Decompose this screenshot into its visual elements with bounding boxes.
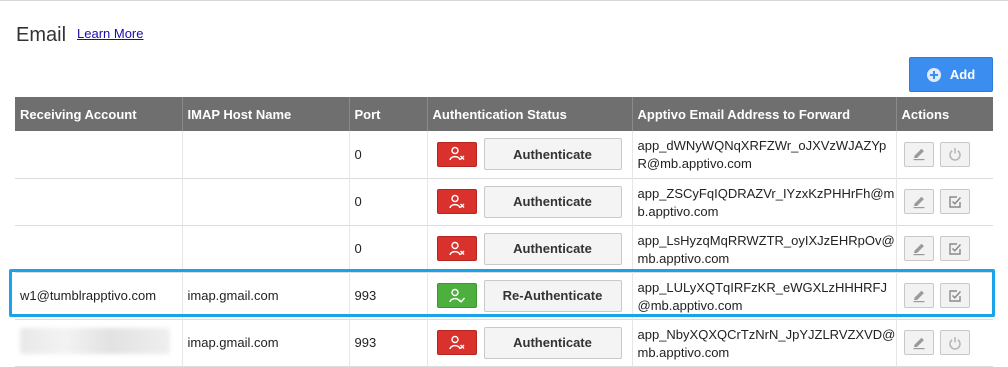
cell-port: 0: [349, 225, 428, 272]
cell-auth-status: Authenticate: [427, 178, 633, 225]
cell-actions: [896, 178, 993, 225]
pencil-icon[interactable]: [903, 141, 934, 167]
cell-imap-host: imap.gmail.com: [182, 272, 350, 319]
cell-forward-address: app_NbyXQXQCrTzNrN_JpYJZLRVZXVD@mb.appti…: [632, 319, 897, 366]
edit-check-icon[interactable]: [939, 189, 970, 214]
learn-more-link[interactable]: Learn More: [77, 26, 143, 41]
col-forward-address[interactable]: Apptivo Email Address to Forward: [632, 97, 897, 131]
cell-port: 0: [349, 178, 428, 225]
cell-receiving-account: [15, 131, 183, 178]
plus-circle-icon: [926, 67, 941, 82]
table-header-row: Receiving Account IMAP Host Name Port Au…: [15, 97, 993, 131]
cell-port: 0: [349, 131, 428, 178]
power-icon[interactable]: [939, 330, 970, 355]
pencil-icon[interactable]: [903, 330, 934, 355]
col-actions: Actions: [901, 106, 950, 122]
top-divider: [0, 0, 1008, 2]
power-icon[interactable]: [939, 141, 970, 167]
cell-imap-host: [182, 225, 350, 272]
user-x-icon: [436, 236, 477, 261]
pencil-icon[interactable]: [903, 189, 934, 214]
edit-check-icon[interactable]: [939, 236, 970, 261]
cell-auth-status: Authenticate: [427, 225, 633, 272]
cell-forward-address: app_LsHyzqMqRRWZTR_oyIXJzEHRpOv@mb.appti…: [632, 225, 897, 272]
cell-auth-status: Re-Authenticate: [427, 272, 633, 319]
cell-port: 993: [349, 272, 428, 319]
email-accounts-table: Receiving Account IMAP Host Name Port Au…: [15, 97, 993, 367]
edit-check-icon[interactable]: [939, 283, 970, 308]
col-port[interactable]: Port: [349, 97, 428, 131]
user-x-icon: [436, 189, 477, 214]
cell-receiving-account: w1@tumblrapptivo.com: [15, 272, 183, 319]
cell-imap-host: [182, 178, 350, 225]
table-row: 0 Authenticate app_dWNyWQNqXRFZWr_oJXVzW…: [15, 131, 993, 178]
cell-actions: [896, 225, 993, 272]
authenticate-button[interactable]: Authenticate: [483, 138, 622, 171]
re-authenticate-button[interactable]: Re-Authenticate: [483, 279, 622, 312]
cell-actions: [896, 131, 993, 178]
cell-imap-host: [182, 131, 350, 178]
col-imap-host[interactable]: IMAP Host Name: [182, 97, 350, 131]
authenticate-button[interactable]: Authenticate: [483, 232, 622, 265]
page-title: Email: [16, 24, 67, 46]
add-button[interactable]: Add: [909, 57, 993, 92]
cell-auth-status: Authenticate: [427, 319, 633, 366]
table-row: imap.gmail.com 993 Authenticate app_NbyX…: [15, 319, 993, 366]
authenticate-button[interactable]: Authenticate: [483, 185, 622, 218]
cell-forward-address: app_dWNyWQNqXRFZWr_oJXVzWJAZYpR@mb.appti…: [632, 131, 897, 178]
cell-actions: [896, 272, 993, 319]
cell-auth-status: Authenticate: [427, 131, 633, 178]
redacted-account: [20, 328, 170, 354]
table-row: 0 Authenticate app_LsHyzqMqRRWZTR_oyIXJz…: [15, 225, 993, 272]
cell-imap-host: imap.gmail.com: [182, 319, 350, 366]
table-row: w1@tumblrapptivo.com imap.gmail.com 993 …: [15, 272, 993, 319]
user-x-icon: [436, 141, 477, 167]
page-header: Email Learn More: [16, 24, 144, 47]
cell-receiving-account: [15, 319, 183, 366]
pencil-icon[interactable]: [903, 236, 934, 261]
col-receiving-account[interactable]: Receiving Account: [15, 97, 183, 131]
user-x-icon: [436, 330, 477, 355]
user-check-icon: [436, 283, 477, 308]
cell-forward-address: app_ZSCyFqIQDRAZVr_IYzxKzPHHrFh@mb.appti…: [632, 178, 897, 225]
add-button-label: Add: [949, 67, 976, 82]
col-auth-status[interactable]: Authentication Status: [427, 97, 633, 131]
cell-port: 993: [349, 319, 428, 366]
cell-forward-address: app_LULyXQTqIRFzKR_eWGXLzHHHRFJ@mb.appti…: [632, 272, 897, 319]
cell-receiving-account: [15, 225, 183, 272]
pencil-icon[interactable]: [903, 283, 934, 308]
receiving-account-text: w1@tumblrapptivo.com: [20, 288, 157, 303]
authenticate-button[interactable]: Authenticate: [483, 326, 622, 359]
table-row: 0 Authenticate app_ZSCyFqIQDRAZVr_IYzxKz…: [15, 178, 993, 225]
cell-actions: [896, 319, 993, 366]
cell-receiving-account: [15, 178, 183, 225]
